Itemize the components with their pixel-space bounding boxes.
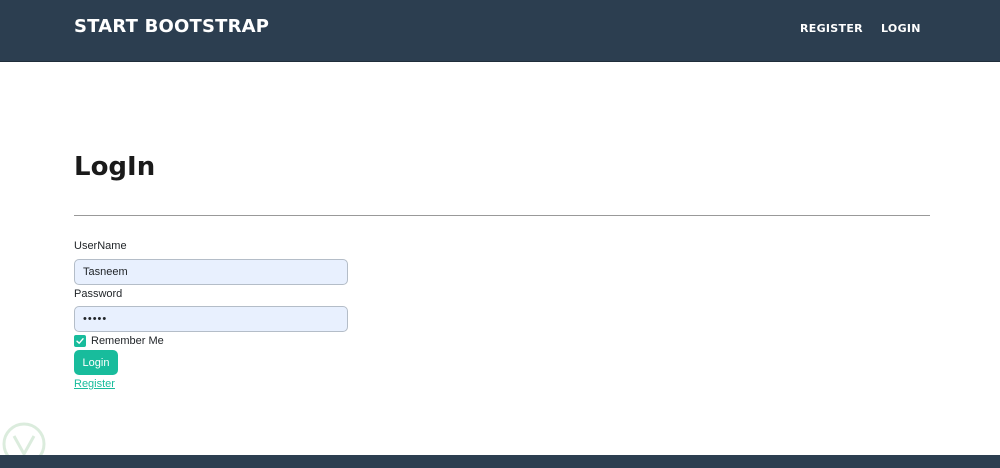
nav-login-link[interactable]: LOGIN — [881, 22, 921, 35]
register-link[interactable]: Register — [74, 378, 115, 390]
check-icon — [76, 338, 84, 344]
password-input[interactable] — [74, 306, 348, 332]
login-button[interactable]: Login — [74, 350, 118, 375]
remember-me-label: Remember Me — [91, 335, 164, 347]
footer-bar — [0, 455, 1000, 468]
password-label: Password — [74, 288, 123, 300]
username-label: UserName — [74, 240, 127, 252]
remember-me-checkbox[interactable] — [74, 335, 86, 347]
navbar: START BOOTSTRAP REGISTER LOGIN — [0, 0, 1000, 62]
nav-register-link[interactable]: REGISTER — [800, 22, 863, 35]
divider — [74, 215, 930, 216]
remember-me: Remember Me — [74, 334, 164, 348]
page-title: LogIn — [74, 152, 156, 182]
brand-logo[interactable]: START BOOTSTRAP — [74, 16, 269, 37]
username-input[interactable] — [74, 259, 348, 285]
